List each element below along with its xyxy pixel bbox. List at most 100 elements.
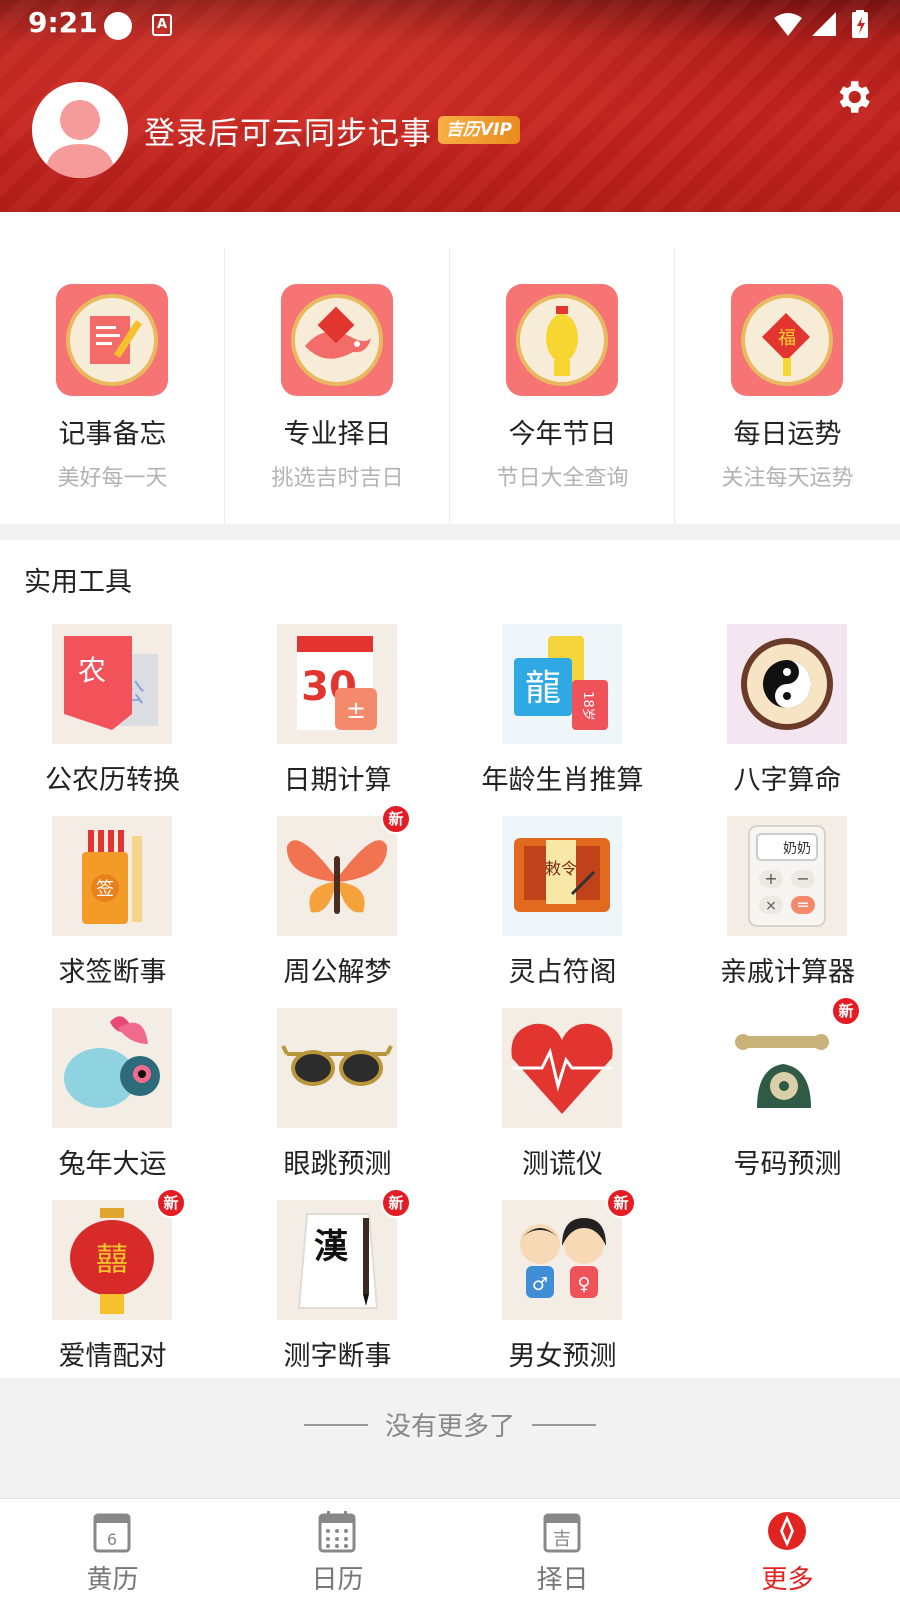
auspicious-day-icon: 吉 [543,1513,581,1553]
new-badge: 新 [606,1188,636,1218]
tool-gender-prediction[interactable]: ♂ ♀ 新 男女预测 [450,1188,675,1384]
tool-talisman[interactable]: 敕令 灵占符阁 [450,816,675,1000]
nav-almanac[interactable]: 6 黄历 [0,1499,225,1600]
tool-label: 公农历转换 [45,765,180,796]
telephone-icon [727,1008,847,1128]
double-happiness-lantern-icon: 囍 [52,1200,172,1320]
svg-text:农: 农 [78,654,106,687]
nav-more[interactable]: 更多 [675,1499,900,1600]
tool-label: 灵占符阁 [508,957,617,988]
fortune-knot-icon: 福 [731,284,843,396]
tool-fortune-sticks[interactable]: 签 求签断事 [0,816,225,1000]
status-time: 9:21 [28,6,98,39]
tool-relative-calculator[interactable]: 奶奶 + − × = 亲戚计算器 [675,816,900,1000]
tool-date-calculator[interactable]: 30 ± 日期计算 [225,624,450,808]
fortune-sticks-icon: 签 [52,816,172,936]
nav-auspicious-day[interactable]: 吉 择日 [450,1499,675,1600]
nav-calendar[interactable]: 日历 [225,1499,450,1600]
feature-row: 记事备忘 美好每一天 专业择日 挑选吉时吉日 今年节日 节日大全查询 福 每日运… [0,248,900,524]
yin-yang-icon [727,624,847,744]
svg-text:×: × [765,898,777,914]
notepad-pencil-icon [56,284,168,396]
divider-line [532,1424,596,1426]
tool-label: 八字算命 [733,765,842,796]
profile-header: 9:21 A 登录后可云同步记事 吉历VIP [0,0,900,212]
tool-rabbit-year[interactable]: 兔年大运 [0,1008,225,1192]
tool-love-match[interactable]: 囍 新 爱情配对 [0,1188,225,1384]
tool-label: 眼跳预测 [283,1149,392,1180]
svg-text:+: + [764,869,777,888]
svg-text:±: ± [346,696,366,724]
wifi-icon [774,13,802,36]
tool-label: 求签断事 [58,957,167,988]
svg-text:=: = [796,895,809,914]
calligraphy-icon: 漢 [277,1200,397,1320]
feature-title: 今年节日 [508,419,617,450]
tool-label: 年龄生肖推算 [481,765,644,796]
svg-text:囍: 囍 [96,1240,128,1278]
tool-label: 号码预测 [733,1149,842,1180]
signal-icon [812,12,836,36]
tool-label: 兔年大运 [58,1149,167,1180]
svg-text:福: 福 [778,328,796,349]
new-badge: 新 [381,804,411,834]
talisman-icon: 敕令 [502,816,622,936]
new-badge: 新 [831,996,861,1026]
feature-daily-fortune[interactable]: 福 每日运势 关注每天运势 [675,248,900,524]
vip-badge: 吉历VIP [438,116,520,144]
feature-auspicious-day[interactable]: 专业择日 挑选吉时吉日 [225,248,450,524]
notification-dot-icon [104,12,132,40]
compass-icon [768,1512,806,1550]
feature-subtitle: 节日大全查询 [496,466,629,491]
tool-bazi[interactable]: 八字算命 [675,624,900,808]
svg-text:签: 签 [96,879,114,900]
almanac-icon: 6 [93,1513,131,1553]
lantern-icon [506,284,618,396]
status-bar: 9:21 A [0,0,900,48]
butterfly-icon [277,816,397,936]
svg-text:18岁: 18岁 [580,691,595,721]
feature-title: 每日运势 [733,419,842,450]
tool-label: 测字断事 [283,1341,392,1372]
boy-girl-icon: ♂ ♀ [502,1200,622,1320]
svg-text:奶奶: 奶奶 [783,841,811,857]
new-badge: 新 [381,1188,411,1218]
sunglasses-icon [277,1008,397,1128]
tools-section-title: 实用工具 [24,567,132,598]
calendar-convert-icon: 公 农 [52,624,172,744]
feature-festivals[interactable]: 今年节日 节日大全查询 [450,248,675,524]
heart-pulse-icon [502,1008,622,1128]
tool-number-prediction[interactable]: 新 号码预测 [675,996,900,1192]
feature-title: 专业择日 [283,419,392,450]
tool-calendar-convert[interactable]: 公 农 公农历转换 [0,624,225,808]
tool-label: 亲戚计算器 [720,957,855,988]
tool-eye-twitch[interactable]: 眼跳预测 [225,1008,450,1192]
tool-character-reading[interactable]: 漢 新 测字断事 [225,1188,450,1384]
rabbit-icon [52,1008,172,1128]
feature-subtitle: 关注每天运势 [721,466,854,491]
tool-dream[interactable]: 新 周公解梦 [225,804,450,1000]
tool-lie-detector[interactable]: 测谎仪 [450,1008,675,1192]
svg-text:6: 6 [107,1530,117,1549]
app-notification-icon: A [152,14,172,36]
person-icon [44,100,116,178]
svg-text:龍: 龍 [525,668,561,709]
feature-subtitle: 美好每一天 [57,466,168,491]
tool-label: 男女预测 [508,1341,617,1372]
gear-icon[interactable] [832,76,874,118]
no-more-text: 没有更多了 [384,1412,515,1442]
svg-text:♀: ♀ [577,1274,590,1295]
feature-memo[interactable]: 记事备忘 美好每一天 [0,248,225,524]
nav-label: 日历 [311,1565,364,1595]
nav-label: 更多 [761,1565,814,1595]
svg-text:−: − [796,869,809,888]
new-badge: 新 [156,1188,186,1218]
end-of-list: 没有更多了 [0,1378,900,1498]
feature-subtitle: 挑选吉时吉日 [271,466,404,491]
login-prompt[interactable]: 登录后可云同步记事 [144,108,432,153]
tool-label: 爱情配对 [58,1341,167,1372]
nav-label: 黄历 [86,1565,139,1595]
tool-age-zodiac[interactable]: 18岁 龍 年龄生肖推算 [450,624,675,808]
section-divider [0,524,900,540]
user-avatar[interactable] [32,82,128,178]
